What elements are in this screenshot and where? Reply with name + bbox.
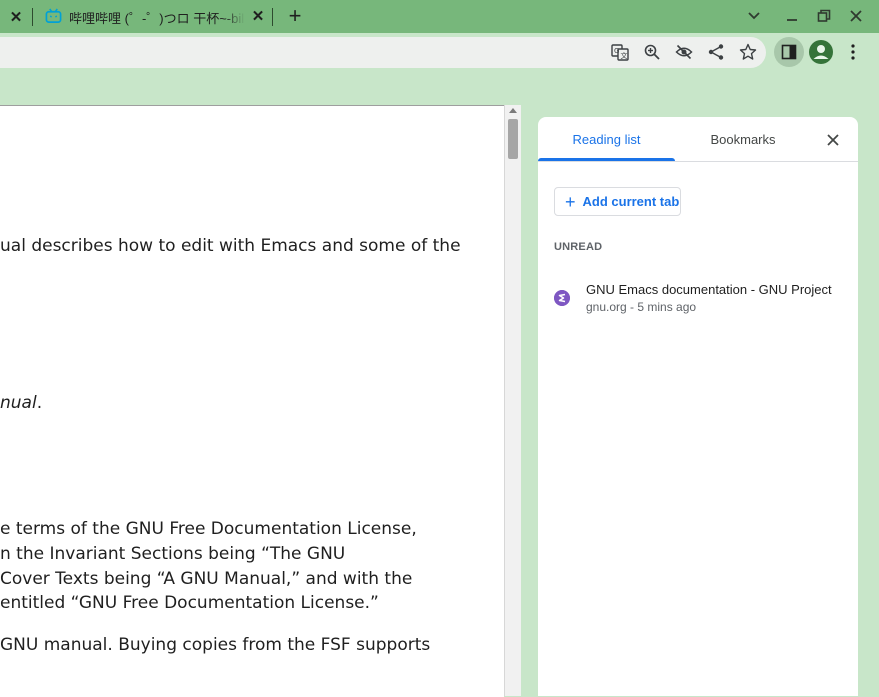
doc-line: nual. [0, 393, 42, 413]
doc-line: n the Invariant Sections being “The GNU [0, 544, 346, 564]
reading-list-item[interactable]: GNU Emacs documentation - GNU Project gn… [538, 277, 858, 321]
side-panel-icon [781, 44, 797, 60]
scrollbar[interactable] [504, 105, 521, 696]
profile-icon[interactable] [808, 39, 834, 65]
bilibili-icon [45, 8, 62, 23]
add-current-tab-label: Add current tab [582, 194, 680, 209]
tab-bilibili[interactable]: 哔哩哔哩 (゜-゜)つロ 干杯~-bilibili ✕ [36, 0, 272, 33]
share-icon[interactable] [706, 42, 726, 62]
doc-line: GNU manual. Buying copies from the FSF s… [0, 635, 431, 655]
plus-icon: + [565, 191, 576, 212]
eye-off-icon[interactable] [674, 42, 694, 62]
previous-tab-close-icon[interactable]: ✕ [6, 7, 26, 27]
add-current-tab-button[interactable]: + Add current tab [554, 187, 681, 216]
doc-line: Cover Texts being “A GNU Manual,” and wi… [0, 569, 413, 589]
tab-title: 哔哩哔哩 (゜-゜)つロ 干杯~-bilibili [69, 11, 245, 26]
scroll-up-arrow-icon[interactable] [509, 108, 517, 113]
divider [538, 161, 858, 162]
doc-line: entitled “GNU Free Documentation License… [0, 593, 379, 613]
emacs-icon [554, 290, 570, 306]
new-tab-button[interactable]: + [284, 3, 306, 28]
svg-text:文: 文 [621, 51, 628, 60]
star-icon[interactable] [738, 42, 758, 62]
svg-text:G: G [614, 47, 619, 55]
side-panel-button[interactable] [774, 37, 804, 67]
toolbar: G 文 [0, 33, 879, 71]
tab-bookmarks[interactable]: Bookmarks [675, 117, 811, 161]
reading-list-item-meta: gnu.org - 5 mins ago [586, 300, 697, 314]
close-icon[interactable] [844, 5, 868, 27]
doc-line-italic: nual [0, 393, 37, 413]
translate-icon[interactable]: G 文 [610, 42, 630, 62]
more-vert-icon[interactable] [843, 41, 863, 63]
tab-reading-list[interactable]: Reading list [538, 117, 675, 161]
tab-close-icon[interactable]: ✕ [248, 6, 268, 26]
doc-line: ual describes how to edit with Emacs and… [0, 236, 461, 256]
scroll-thumb[interactable] [508, 119, 518, 159]
zoom-icon[interactable] [642, 42, 662, 62]
tab-strip: ✕ 哔哩哔哩 (゜-゜)つロ 干杯~-bilibili ✕ + [0, 0, 879, 33]
minimize-icon[interactable] [780, 5, 804, 27]
doc-line-period: . [36, 393, 43, 413]
chevron-down-icon[interactable] [742, 5, 766, 27]
side-panel: Reading list Bookmarks + Add current tab… [538, 117, 858, 696]
close-icon[interactable] [824, 131, 842, 149]
doc-line: e terms of the GNU Free Documentation Li… [0, 519, 417, 539]
address-bar[interactable]: G 文 [0, 37, 766, 68]
reading-list-item-title: GNU Emacs documentation - GNU Project [586, 282, 832, 297]
restore-icon[interactable] [812, 5, 836, 27]
tab-separator [272, 8, 273, 26]
section-label-unread: UNREAD [554, 241, 603, 253]
tab-separator [32, 8, 33, 26]
page-content: ual describes how to edit with Emacs and… [0, 105, 504, 697]
